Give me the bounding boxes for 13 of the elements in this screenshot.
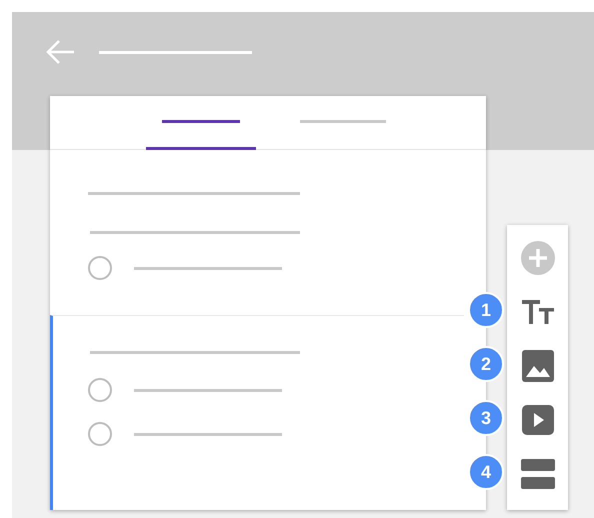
number-badge: 3: [468, 400, 504, 436]
number-badge: 2: [468, 346, 504, 382]
image-icon[interactable]: [520, 349, 554, 383]
number-badge: 1: [468, 292, 504, 328]
radio-button[interactable]: [88, 256, 112, 280]
question-block[interactable]: [50, 315, 464, 510]
back-arrow-icon[interactable]: [45, 39, 75, 65]
radio-button[interactable]: [88, 378, 112, 402]
radio-button[interactable]: [88, 422, 112, 446]
section-icon[interactable]: [520, 458, 556, 490]
number-badge: 4: [468, 454, 504, 490]
video-icon[interactable]: [520, 404, 554, 436]
text-size-icon[interactable]: [520, 299, 554, 325]
